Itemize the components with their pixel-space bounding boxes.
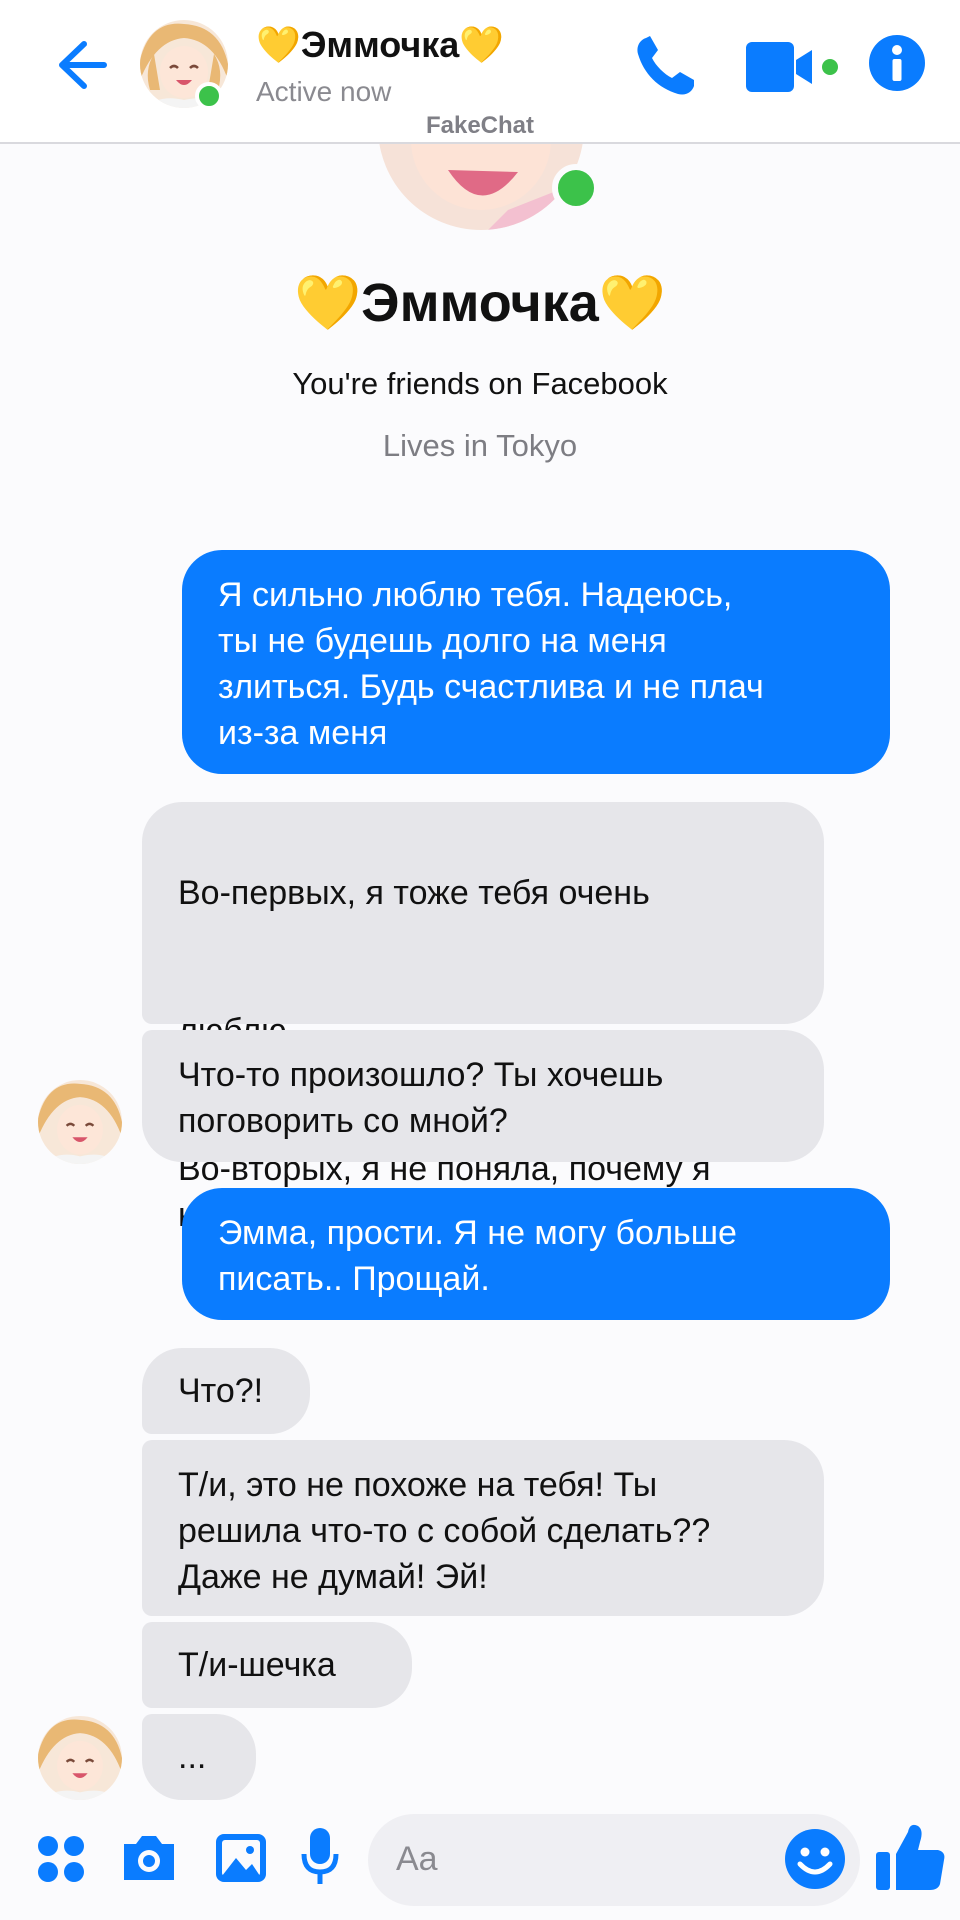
friendship-note: You're friends on Facebook (292, 366, 668, 401)
message-bubble-incoming[interactable]: Что?! (142, 1348, 310, 1434)
emoji-icon[interactable] (784, 1828, 846, 1890)
phone-icon[interactable] (628, 30, 700, 102)
watermark: FakeChat (425, 112, 535, 139)
profile-name: 💛Эммочка💛 (293, 273, 667, 333)
location-note: Lives in Tokyo (382, 428, 578, 463)
message-bubble-incoming[interactable]: Что-то произошло? Ты хочешь поговорить с… (142, 1030, 824, 1162)
presence-status: Active now (256, 76, 392, 107)
apps-grid-icon[interactable] (36, 1834, 86, 1884)
message-input-placeholder: Aa (396, 1840, 438, 1878)
thumbs-up-icon[interactable] (874, 1820, 948, 1894)
video-camera-icon[interactable] (744, 36, 844, 100)
message-line: Во-первых, я тоже тебя очень (178, 874, 650, 912)
message-bubble-incoming[interactable]: Т/и-шечка (142, 1622, 412, 1708)
sender-avatar[interactable] (38, 1716, 122, 1800)
message-bubble-outgoing[interactable]: Я сильно люблю тебя. Надеюсь, ты не буде… (182, 550, 890, 774)
message-bubble-incoming[interactable]: Т/и, это не похоже на тебя! Ты решила чт… (142, 1440, 824, 1616)
message-bubble-incoming[interactable]: Во-первых, я тоже тебя очень люблю 💗💗 Во… (142, 802, 824, 1234)
info-icon[interactable] (868, 34, 926, 92)
camera-icon[interactable] (120, 1832, 178, 1884)
sender-avatar[interactable] (38, 1080, 122, 1164)
profile-online-indicator (552, 164, 600, 212)
online-indicator (195, 82, 223, 110)
image-icon[interactable] (214, 1832, 268, 1884)
back-arrow-icon[interactable] (44, 30, 114, 100)
microphone-icon[interactable] (300, 1826, 340, 1888)
contact-name[interactable]: 💛Эммочка💛 (256, 24, 504, 66)
message-bubble-incoming[interactable]: ... (142, 1714, 256, 1800)
message-bubble-outgoing[interactable]: Эмма, прости. Я не могу больше писать.. … (182, 1188, 890, 1320)
